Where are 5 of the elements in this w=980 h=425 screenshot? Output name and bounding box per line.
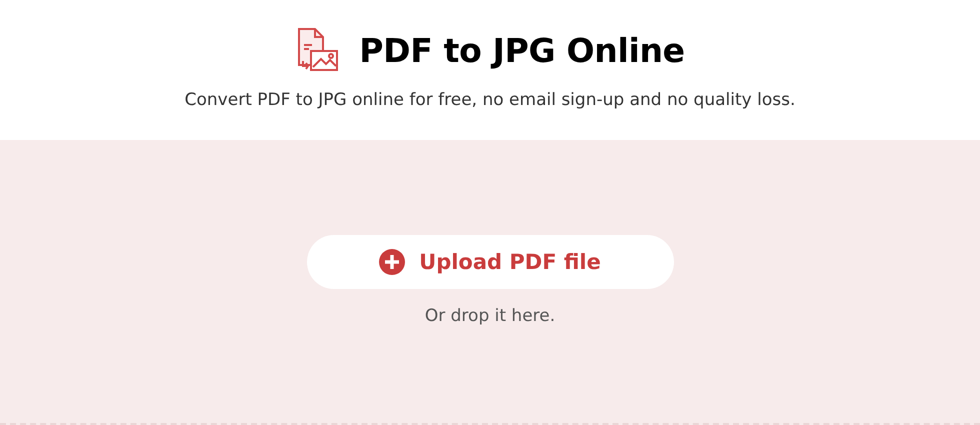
drop-hint: Or drop it here. [424, 306, 556, 326]
plus-icon [379, 249, 406, 275]
upload-button[interactable]: Upload PDF file [306, 235, 674, 289]
page-subtitle: Convert PDF to JPG online for free, no email sign-up and no quality loss. [184, 90, 796, 110]
page-title: PDF to JPG Online [359, 30, 685, 70]
